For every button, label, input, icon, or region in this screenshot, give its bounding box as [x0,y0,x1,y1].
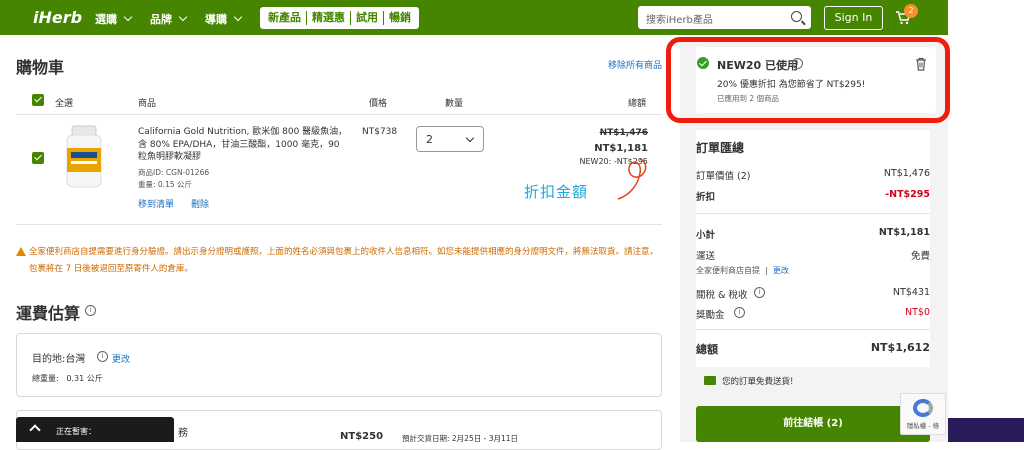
change-destination-link[interactable]: 更改 [112,352,130,365]
destination: 目的地:台灣 [32,354,86,365]
change-pickup-link[interactable]: 更改 [773,266,789,275]
iherb-logo[interactable]: iHerb [33,8,82,27]
header-total: 總額 [628,99,647,109]
product-name[interactable]: California Gold Nutrition, 歐米伽 800 醫級魚油，… [138,126,348,164]
info-icon[interactable]: i [97,351,108,362]
header-price: 價格 [369,99,388,109]
annotation-text: 折扣金額 [524,183,589,201]
chevron-down-icon [123,12,133,22]
chevron-down-icon [233,12,243,22]
page-margin [948,0,1024,442]
nav-menu-shop[interactable]: 選購 [95,11,133,27]
discount-row: 折扣 -NT$295 [696,189,930,203]
promo-new[interactable]: 新產品 [263,11,307,25]
chevron-down-icon [465,133,475,143]
info-icon[interactable]: i [85,305,96,316]
header-qty: 數量 [445,99,464,109]
promo-links: 新產品 精選惠 試用 暢銷 [260,7,419,29]
rewards-row: 獎勵金 NT$0 [696,307,930,321]
recaptcha-icon [913,399,933,417]
highlight-box [666,37,950,123]
chevron-up-icon[interactable] [29,424,41,436]
select-all-checkbox[interactable] [32,94,44,106]
search-icon[interactable] [791,11,802,22]
free-shipping-banner: 您的訂單免費送貨! [696,367,930,395]
info-icon[interactable]: i [734,307,745,318]
pickup-row: 全家便利商店自提 | 更改 [696,266,789,275]
total-row: 總額 NT$1,612 [696,341,930,356]
bottom-notice-bar[interactable]: 正在暫害： [16,417,174,442]
truck-icon [704,376,716,385]
final-total: NT$1,181 [594,143,648,154]
promo-deals[interactable]: 精選惠 [307,11,351,25]
divider [696,329,930,330]
quantity-select[interactable]: 2 [416,126,484,152]
nav-menu-brands[interactable]: 品牌 [150,11,188,27]
destination-box [16,333,662,397]
unit-price: NT$738 [362,127,398,137]
cart-count-badge: 2 [904,4,918,18]
pickup-warning: 全家便利商店自提需要進行身分驗證。請出示身分證明或護照，上面的姓名必須與包裹上的… [16,244,661,278]
shipping-estimate-title: 運費估算 [16,304,81,323]
chevron-down-icon [178,12,188,22]
item-checkbox[interactable] [32,152,44,164]
annotation-arrow [617,158,647,200]
divider [16,224,662,225]
promo-bestsellers[interactable]: 暢銷 [384,11,416,25]
divider [16,114,662,115]
shipping-price: NT$250 [340,431,384,442]
move-to-list-link[interactable]: 移到清單 [138,197,174,210]
product-image[interactable] [62,124,106,190]
subtotal-row: 小計 NT$1,181 [696,227,930,241]
top-nav: iHerb 選購 品牌 導購 新產品 精選惠 試用 暢銷 搜索iHerb產品 S… [0,0,948,35]
sign-in-button[interactable]: Sign In [824,6,883,30]
recaptcha-badge[interactable]: 隱私權 - 條 [900,393,946,435]
header-product: 商品 [138,99,157,109]
search-input[interactable]: 搜索iHerb產品 [638,6,811,29]
divider [696,213,930,214]
header-select-all: 全選 [55,99,74,109]
product-weight: 重量: 0.15 公斤 [138,180,192,189]
promo-trial[interactable]: 試用 [351,11,384,25]
delivery-date: 預計交貨日期: 2月25日 - 3月11日 [402,434,519,443]
nav-menu-guide[interactable]: 導購 [205,11,243,27]
shipping-service-name: 務 [178,428,188,439]
warning-icon [16,247,26,256]
total-weight: 總重量: 0.31 公斤 [32,374,103,383]
delete-link[interactable]: 刪除 [191,197,209,210]
product-id: 商品ID: CGN-01266 [138,168,210,177]
order-value-row: 訂單價值 (2) NT$1,476 [696,168,930,182]
original-total: NT$1,476 [599,128,648,138]
info-icon[interactable]: i [754,287,765,298]
checkout-button[interactable]: 前往結帳 (2) [696,406,930,442]
summary-title: 訂單匯總 [696,141,745,155]
page-corner [948,418,1024,442]
shipping-row: 運送 免費 [696,251,930,262]
page-title: 購物車 [16,58,65,77]
remove-all-link[interactable]: 移除所有商品 [608,58,662,71]
tax-row: 關稅 & 稅收 NT$431 [696,287,930,301]
